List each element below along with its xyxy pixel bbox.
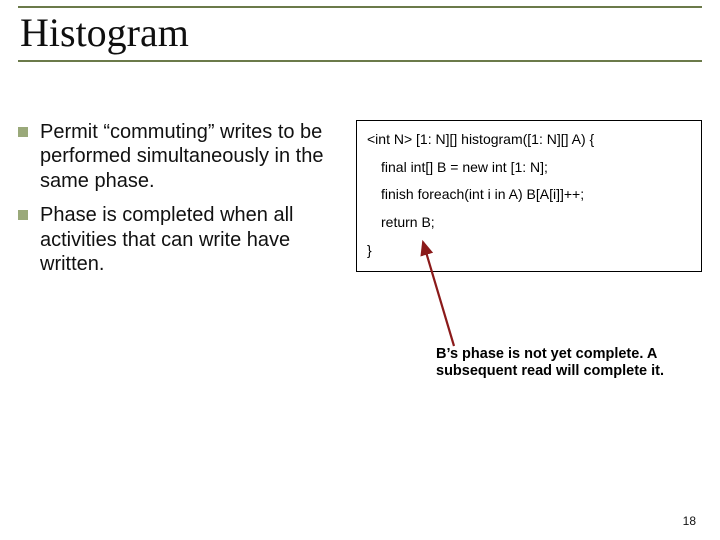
code-line: return B;	[367, 212, 691, 234]
code-box: <int N> [1: N][] histogram([1: N][] A) {…	[356, 120, 702, 272]
code-line: final int[] B = new int [1: N];	[367, 157, 691, 179]
square-bullet-icon	[18, 127, 28, 137]
square-bullet-icon	[18, 210, 28, 220]
page-title: Histogram	[18, 12, 702, 54]
bullet-list: Permit “commuting” writes to be performe…	[18, 120, 338, 286]
right-column: <int N> [1: N][] histogram([1: N][] A) {…	[356, 120, 702, 286]
list-item: Phase is completed when all activities t…	[18, 203, 338, 276]
code-line: }	[367, 240, 691, 262]
title-block: Histogram	[18, 6, 702, 62]
code-line: finish foreach(int i in A) B[A[i]]++;	[367, 184, 691, 206]
title-top-rule	[18, 6, 702, 8]
page-number: 18	[683, 514, 696, 528]
code-line: <int N> [1: N][] histogram([1: N][] A) {	[367, 129, 691, 151]
bullet-text: Permit “commuting” writes to be performe…	[40, 120, 338, 193]
list-item: Permit “commuting” writes to be performe…	[18, 120, 338, 193]
annotation-caption: B’s phase is not yet complete. A subsequ…	[436, 346, 666, 381]
bullet-text: Phase is completed when all activities t…	[40, 203, 338, 276]
content-area: Permit “commuting” writes to be performe…	[18, 120, 702, 286]
title-bottom-rule	[18, 60, 702, 62]
